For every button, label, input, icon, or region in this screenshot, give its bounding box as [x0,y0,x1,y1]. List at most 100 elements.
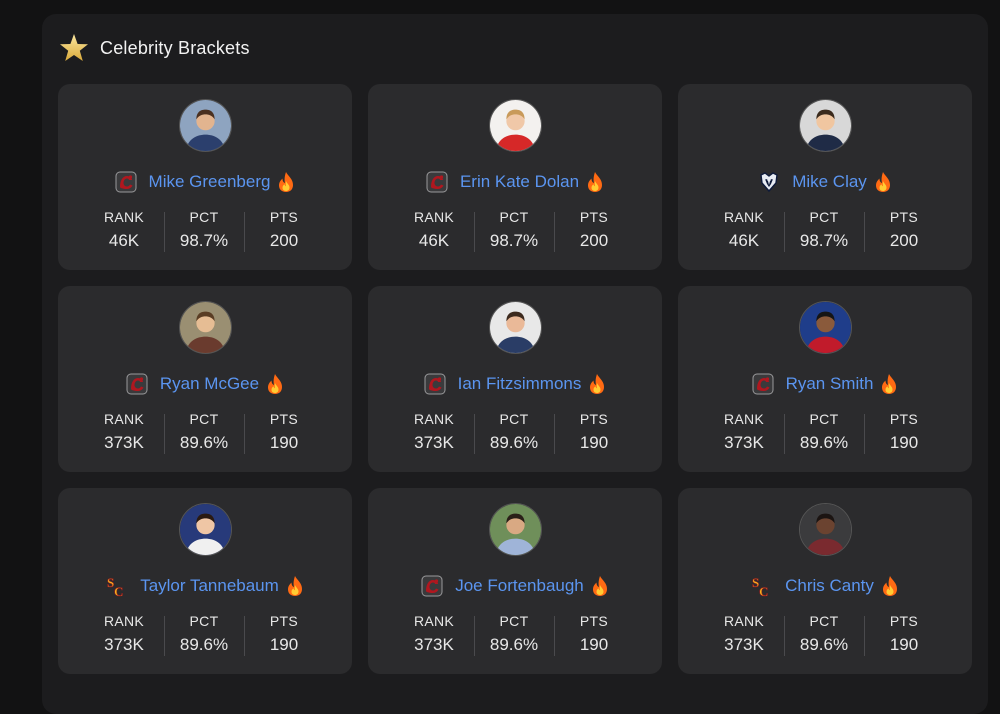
bracket-card[interactable]: Joe Fortenbaugh RANK 373K PCT 89.6% PTS 190 [368,488,662,674]
team-logo-icon [423,372,447,396]
rank-label: RANK [723,209,765,225]
fire-icon [592,576,607,596]
celebrity-name-link[interactable]: Ryan McGee [160,374,259,394]
stats-row: RANK 373K PCT 89.6% PTS 190 [84,410,324,454]
rank-stat: RANK 373K [84,612,164,656]
avatar [489,99,542,152]
rank-stat: RANK 373K [394,612,474,656]
rank-value: 46K [728,231,760,250]
team-logo-icon [420,574,444,598]
stats-row: RANK 373K PCT 89.6% PTS 190 [704,410,944,454]
bracket-card[interactable]: Ryan Smith RANK 373K PCT 89.6% PTS 190 [678,286,972,472]
pts-stat: PTS 190 [864,612,944,656]
bracket-card[interactable]: SC Chris Canty RANK 373K PCT 89.6% PTS 190 [678,488,972,674]
celebrity-name-link[interactable]: Ian Fitzsimmons [458,374,582,394]
pct-label: PCT [809,209,839,225]
pts-value: 190 [269,635,299,654]
name-row: Ryan Smith [678,371,972,397]
rank-value: 373K [724,635,764,654]
pct-value: 89.6% [179,635,229,654]
pts-value: 200 [889,231,919,250]
pts-label: PTS [889,613,919,629]
fire-icon [268,374,283,394]
rank-stat: RANK 46K [394,208,474,252]
fire-icon [279,172,294,192]
pts-label: PTS [889,209,919,225]
pts-label: PTS [269,411,299,427]
pct-label: PCT [189,411,219,427]
pct-value: 98.7% [799,231,849,250]
pts-stat: PTS 200 [244,208,324,252]
team-logo-icon [425,170,449,194]
pts-value: 200 [269,231,299,250]
team-logo-icon: SC [750,574,774,598]
team-logo-icon [751,372,775,396]
fire-icon [588,172,603,192]
pct-stat: PCT 98.7% [784,208,864,252]
fire-icon [882,374,897,394]
bracket-card[interactable]: SC Taylor Tannebaum RANK 373K PCT 89.6% PT… [58,488,352,674]
celebrity-name-link[interactable]: Mike Greenberg [149,172,271,192]
fire-icon [882,576,897,596]
celebrity-name-link[interactable]: Mike Clay [792,172,867,192]
pts-stat: PTS 200 [864,208,944,252]
pts-stat: PTS 190 [244,612,324,656]
rank-stat: RANK 373K [84,410,164,454]
stats-row: RANK 373K PCT 89.6% PTS 190 [394,612,634,656]
pts-value: 200 [579,231,609,250]
stats-row: RANK 373K PCT 89.6% PTS 190 [704,612,944,656]
avatar [799,503,852,556]
avatar [799,99,852,152]
rank-label: RANK [413,209,455,225]
team-logo-icon: SC [105,574,129,598]
fire-icon [875,172,890,192]
rank-label: RANK [723,411,765,427]
pct-value: 98.7% [179,231,229,250]
rank-label: RANK [103,613,145,629]
team-logo-icon [757,170,781,194]
rank-value: 46K [418,231,450,250]
svg-text:C: C [114,584,123,598]
pct-stat: PCT 89.6% [474,612,554,656]
avatar [179,99,232,152]
rank-value: 373K [414,635,454,654]
pts-stat: PTS 190 [554,410,634,454]
rank-value: 373K [104,433,144,452]
bracket-card[interactable]: Mike Clay RANK 46K PCT 98.7% PTS 200 [678,84,972,270]
pts-label: PTS [579,411,609,427]
rank-stat: RANK 46K [84,208,164,252]
pct-value: 98.7% [489,231,539,250]
section-header: Celebrity Brackets [58,32,250,64]
name-row: Joe Fortenbaugh [368,573,662,599]
celebrity-name-link[interactable]: Erin Kate Dolan [460,172,579,192]
pct-label: PCT [189,613,219,629]
celebrity-name-link[interactable]: Taylor Tannebaum [140,576,279,596]
pts-stat: PTS 200 [554,208,634,252]
avatar [179,503,232,556]
team-logo-icon [125,372,149,396]
star-icon [60,34,88,61]
rank-label: RANK [103,411,145,427]
pct-label: PCT [499,209,529,225]
pts-label: PTS [889,411,919,427]
rank-stat: RANK 46K [704,208,784,252]
pct-stat: PCT 89.6% [784,612,864,656]
celebrity-brackets-panel: Celebrity Brackets Mike Greenberg RANK 46… [42,14,988,714]
team-logo-icon [114,170,138,194]
pct-label: PCT [499,411,529,427]
svg-text:C: C [759,584,768,598]
rank-value: 373K [104,635,144,654]
rank-label: RANK [413,613,455,629]
bracket-card[interactable]: Erin Kate Dolan RANK 46K PCT 98.7% PTS 200 [368,84,662,270]
celebrity-name-link[interactable]: Joe Fortenbaugh [455,576,584,596]
celebrity-name-link[interactable]: Chris Canty [785,576,874,596]
pct-label: PCT [499,613,529,629]
bracket-card[interactable]: Ian Fitzsimmons RANK 373K PCT 89.6% PTS 190 [368,286,662,472]
pct-label: PCT [189,209,219,225]
pct-stat: PCT 89.6% [164,410,244,454]
fire-icon [590,374,605,394]
pts-label: PTS [269,613,299,629]
bracket-card[interactable]: Ryan McGee RANK 373K PCT 89.6% PTS 190 [58,286,352,472]
bracket-card[interactable]: Mike Greenberg RANK 46K PCT 98.7% PTS 200 [58,84,352,270]
celebrity-name-link[interactable]: Ryan Smith [786,374,874,394]
